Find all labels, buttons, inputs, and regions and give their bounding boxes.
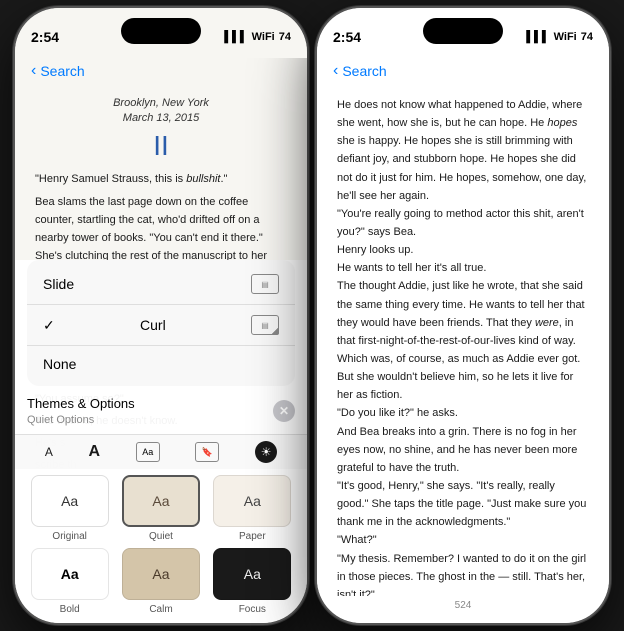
signal-icon: ▌▌▌ <box>224 31 247 43</box>
theme-paper[interactable]: Aa Paper <box>210 475 295 542</box>
small-font-button[interactable]: A <box>45 445 53 459</box>
right-book-content: He does not know what happened to Addie,… <box>317 88 609 596</box>
book-location: Brooklyn, New YorkMarch 13, 2015 <box>35 96 287 127</box>
left-back-label: Search <box>40 63 84 79</box>
close-button[interactable]: ✕ <box>273 400 295 422</box>
slide-label: Slide <box>43 276 74 292</box>
right-wifi-icon: WiFi <box>554 31 577 43</box>
theme-original[interactable]: Aa Original <box>27 475 112 542</box>
right-dynamic-island <box>423 18 503 44</box>
calm-label: Calm <box>149 604 172 615</box>
right-back-label: Search <box>342 63 386 79</box>
book-header: Brooklyn, New YorkMarch 13, 2015 II <box>35 96 287 162</box>
right-battery-icon: 74 <box>581 31 593 43</box>
bold-label: Bold <box>60 604 80 615</box>
battery-icon: 74 <box>279 31 291 43</box>
curl-option[interactable]: ✓ Curl ▤ <box>27 305 295 346</box>
theme-bold[interactable]: Aa Bold <box>27 548 112 615</box>
paper-label: Paper <box>239 531 266 542</box>
left-status-icons: ▌▌▌ WiFi 74 <box>224 31 291 43</box>
book-chapter: II <box>35 129 287 163</box>
bold-preview: Aa <box>31 548 109 600</box>
curl-label: Curl <box>140 317 166 333</box>
quiet-preview: Aa <box>122 475 200 527</box>
check-icon: ✓ <box>43 317 55 334</box>
large-font-button[interactable]: A <box>89 443 101 461</box>
none-option[interactable]: None <box>27 346 295 382</box>
themes-section: Themes & OptionsQuiet Options ✕ <box>15 390 307 434</box>
phones-container: 2:54 ▌▌▌ WiFi 74 ‹ Search Brooklyn, New … <box>15 8 609 623</box>
right-status-icons: ▌▌▌ WiFi 74 <box>526 31 593 43</box>
none-label: None <box>43 356 76 372</box>
original-label: Original <box>52 531 86 542</box>
quiet-label: Quiet <box>149 531 173 542</box>
slide-icon: ▤ <box>251 274 279 294</box>
brightness-button[interactable] <box>255 441 277 463</box>
right-nav-bar: ‹ Search <box>317 58 609 88</box>
wifi-icon: WiFi <box>252 31 275 43</box>
theme-calm[interactable]: Aa Calm <box>118 548 203 615</box>
right-back-button[interactable]: ‹ Search <box>333 62 387 80</box>
original-preview: Aa <box>31 475 109 527</box>
back-chevron-icon: ‹ <box>31 62 36 80</box>
font-type-button[interactable]: Aa <box>136 442 160 462</box>
themes-header: Themes & OptionsQuiet Options ✕ <box>27 396 295 426</box>
left-time: 2:54 <box>31 29 59 45</box>
left-back-button[interactable]: ‹ Search <box>31 62 85 80</box>
bottom-panel: Slide ▤ ✓ Curl ▤ None <box>15 260 307 623</box>
theme-grid: Aa Original Aa Quiet Aa Pap <box>15 469 307 623</box>
slide-menu: Slide ▤ ✓ Curl ▤ None <box>27 260 295 386</box>
calm-preview: Aa <box>122 548 200 600</box>
slide-option[interactable]: Slide ▤ <box>27 264 295 305</box>
bookmark-button[interactable]: 🔖 <box>195 442 219 462</box>
right-signal-icon: ▌▌▌ <box>526 31 549 43</box>
left-nav-bar: ‹ Search <box>15 58 307 88</box>
paper-preview: Aa <box>213 475 291 527</box>
theme-focus[interactable]: Aa Focus <box>210 548 295 615</box>
page-number: 524 <box>317 596 609 623</box>
right-back-chevron-icon: ‹ <box>333 62 338 80</box>
themes-title: Themes & OptionsQuiet Options <box>27 396 135 426</box>
right-time: 2:54 <box>333 29 361 45</box>
focus-preview: Aa <box>213 548 291 600</box>
focus-label: Focus <box>239 604 266 615</box>
theme-quiet[interactable]: Aa Quiet <box>118 475 203 542</box>
curl-icon: ▤ <box>251 315 279 335</box>
left-phone: 2:54 ▌▌▌ WiFi 74 ‹ Search Brooklyn, New … <box>15 8 307 623</box>
right-phone: 2:54 ▌▌▌ WiFi 74 ‹ Search He does not kn… <box>317 8 609 623</box>
font-controls: A A Aa 🔖 <box>15 434 307 469</box>
dynamic-island <box>121 18 201 44</box>
